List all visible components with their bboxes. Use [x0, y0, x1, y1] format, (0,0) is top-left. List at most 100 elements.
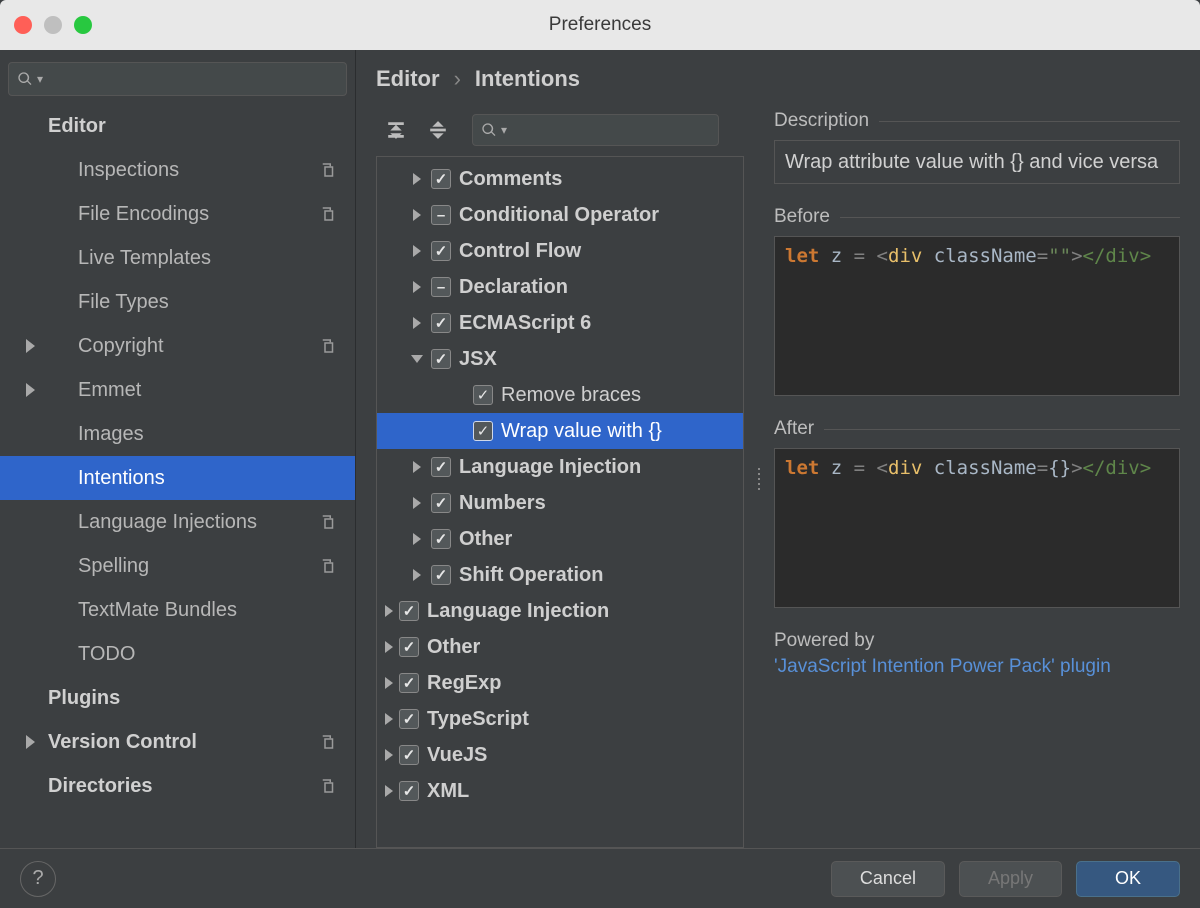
checkbox[interactable] — [431, 169, 451, 189]
checkbox[interactable] — [399, 745, 419, 765]
tree-node[interactable]: Control Flow — [377, 233, 743, 269]
tree-node[interactable]: JSX — [377, 341, 743, 377]
checkbox[interactable] — [399, 637, 419, 657]
sidebar-search[interactable]: ▾ — [8, 62, 347, 96]
sidebar-item-images[interactable]: Images — [0, 412, 355, 456]
chevron-down-icon[interactable] — [407, 349, 427, 369]
arrow-spacer — [449, 385, 469, 405]
chevron-right-icon[interactable] — [379, 709, 399, 729]
sidebar-item-label: Images — [78, 423, 144, 446]
tree-node[interactable]: Other — [377, 521, 743, 557]
chevron-right-icon[interactable] — [379, 601, 399, 621]
checkbox[interactable] — [473, 421, 493, 441]
sidebar-item-textmate-bundles[interactable]: TextMate Bundles — [0, 588, 355, 632]
checkbox[interactable] — [431, 277, 451, 297]
tree-node[interactable]: Numbers — [377, 485, 743, 521]
checkbox[interactable] — [431, 457, 451, 477]
ok-button[interactable]: OK — [1076, 861, 1180, 897]
apply-button[interactable]: Apply — [959, 861, 1062, 897]
checkbox[interactable] — [399, 601, 419, 621]
tree-node-label: Numbers — [459, 492, 546, 515]
search-icon — [481, 122, 497, 138]
sidebar-item-inspections[interactable]: Inspections — [0, 148, 355, 192]
checkbox[interactable] — [399, 673, 419, 693]
tree-node[interactable]: Conditional Operator — [377, 197, 743, 233]
checkbox[interactable] — [431, 205, 451, 225]
chevron-right-icon[interactable] — [407, 457, 427, 477]
tree-node[interactable]: Language Injection — [377, 593, 743, 629]
chevron-right-icon[interactable] — [379, 637, 399, 657]
checkbox[interactable] — [399, 709, 419, 729]
checkbox[interactable] — [431, 565, 451, 585]
chevron-right-icon[interactable] — [407, 313, 427, 333]
chevron-right-icon[interactable] — [379, 781, 399, 801]
after-code: let z = <div className={}></div> — [774, 448, 1180, 608]
chevron-right-icon[interactable] — [407, 565, 427, 585]
sidebar-item-version-control[interactable]: Version Control — [0, 720, 355, 764]
collapse-all-button[interactable] — [424, 116, 452, 144]
sidebar-search-input[interactable] — [47, 70, 338, 88]
scheme-icon — [319, 557, 337, 575]
help-button[interactable]: ? — [20, 861, 56, 897]
checkbox[interactable] — [431, 493, 451, 513]
sidebar-item-directories[interactable]: Directories — [0, 764, 355, 808]
checkbox[interactable] — [473, 385, 493, 405]
checkbox[interactable] — [431, 241, 451, 261]
sidebar-item-live-templates[interactable]: Live Templates — [0, 236, 355, 280]
checkbox[interactable] — [399, 781, 419, 801]
checkbox[interactable] — [431, 529, 451, 549]
chevron-right-icon[interactable] — [407, 529, 427, 549]
checkbox[interactable] — [431, 313, 451, 333]
tree-node[interactable]: ECMAScript 6 — [377, 305, 743, 341]
chevron-right-icon[interactable] — [407, 241, 427, 261]
sidebar-item-language-injections[interactable]: Language Injections — [0, 500, 355, 544]
chevron-right-icon[interactable] — [379, 745, 399, 765]
tree-node[interactable]: Shift Operation — [377, 557, 743, 593]
sidebar-item-editor[interactable]: Editor — [0, 104, 355, 148]
traffic-close[interactable] — [14, 16, 32, 34]
sidebar-item-file-encodings[interactable]: File Encodings — [0, 192, 355, 236]
sidebar-item-intentions[interactable]: Intentions — [0, 456, 355, 500]
tree-node[interactable]: Language Injection — [377, 449, 743, 485]
tree-node[interactable]: Declaration — [377, 269, 743, 305]
chevron-down-icon: ▾ — [501, 123, 507, 137]
sidebar-item-emmet[interactable]: Emmet — [0, 368, 355, 412]
sidebar-item-label: Live Templates — [78, 247, 211, 270]
cancel-button[interactable]: Cancel — [831, 861, 945, 897]
traffic-minimize — [44, 16, 62, 34]
chevron-right-icon[interactable] — [407, 277, 427, 297]
tree-node[interactable]: Wrap value with {} — [377, 413, 743, 449]
tree-node[interactable]: Remove braces — [377, 377, 743, 413]
chevron-right-icon[interactable] — [407, 493, 427, 513]
tree-search[interactable]: ▾ — [472, 114, 719, 146]
tree-node[interactable]: XML — [377, 773, 743, 809]
sidebar-item-copyright[interactable]: Copyright — [0, 324, 355, 368]
tree-node-label: XML — [427, 780, 469, 803]
sidebar-item-label: TODO — [78, 643, 135, 666]
splitter-handle[interactable] — [756, 110, 762, 848]
chevron-right-icon[interactable] — [407, 205, 427, 225]
tree-node[interactable]: Comments — [377, 161, 743, 197]
tree-node[interactable]: RegExp — [377, 665, 743, 701]
powered-by-label: Powered by — [774, 630, 1180, 652]
plugin-link[interactable]: 'JavaScript Intention Power Pack' plugin — [774, 656, 1180, 678]
traffic-zoom[interactable] — [74, 16, 92, 34]
tree-node[interactable]: TypeScript — [377, 701, 743, 737]
sidebar-item-todo[interactable]: TODO — [0, 632, 355, 676]
intentions-tree[interactable]: CommentsConditional OperatorControl Flow… — [376, 156, 744, 848]
sidebar-item-plugins[interactable]: Plugins — [0, 676, 355, 720]
tree-node-label: Shift Operation — [459, 564, 603, 587]
tree-search-input[interactable] — [511, 122, 710, 139]
tree-toolbar: ▾ — [376, 110, 744, 150]
tree-node[interactable]: VueJS — [377, 737, 743, 773]
sidebar-item-label: Copyright — [78, 335, 164, 358]
tree-node-label: Language Injection — [459, 456, 641, 479]
expand-all-button[interactable] — [382, 116, 410, 144]
window-title: Preferences — [549, 14, 651, 36]
tree-node[interactable]: Other — [377, 629, 743, 665]
chevron-right-icon[interactable] — [379, 673, 399, 693]
sidebar-item-file-types[interactable]: File Types — [0, 280, 355, 324]
chevron-right-icon[interactable] — [407, 169, 427, 189]
checkbox[interactable] — [431, 349, 451, 369]
sidebar-item-spelling[interactable]: Spelling — [0, 544, 355, 588]
